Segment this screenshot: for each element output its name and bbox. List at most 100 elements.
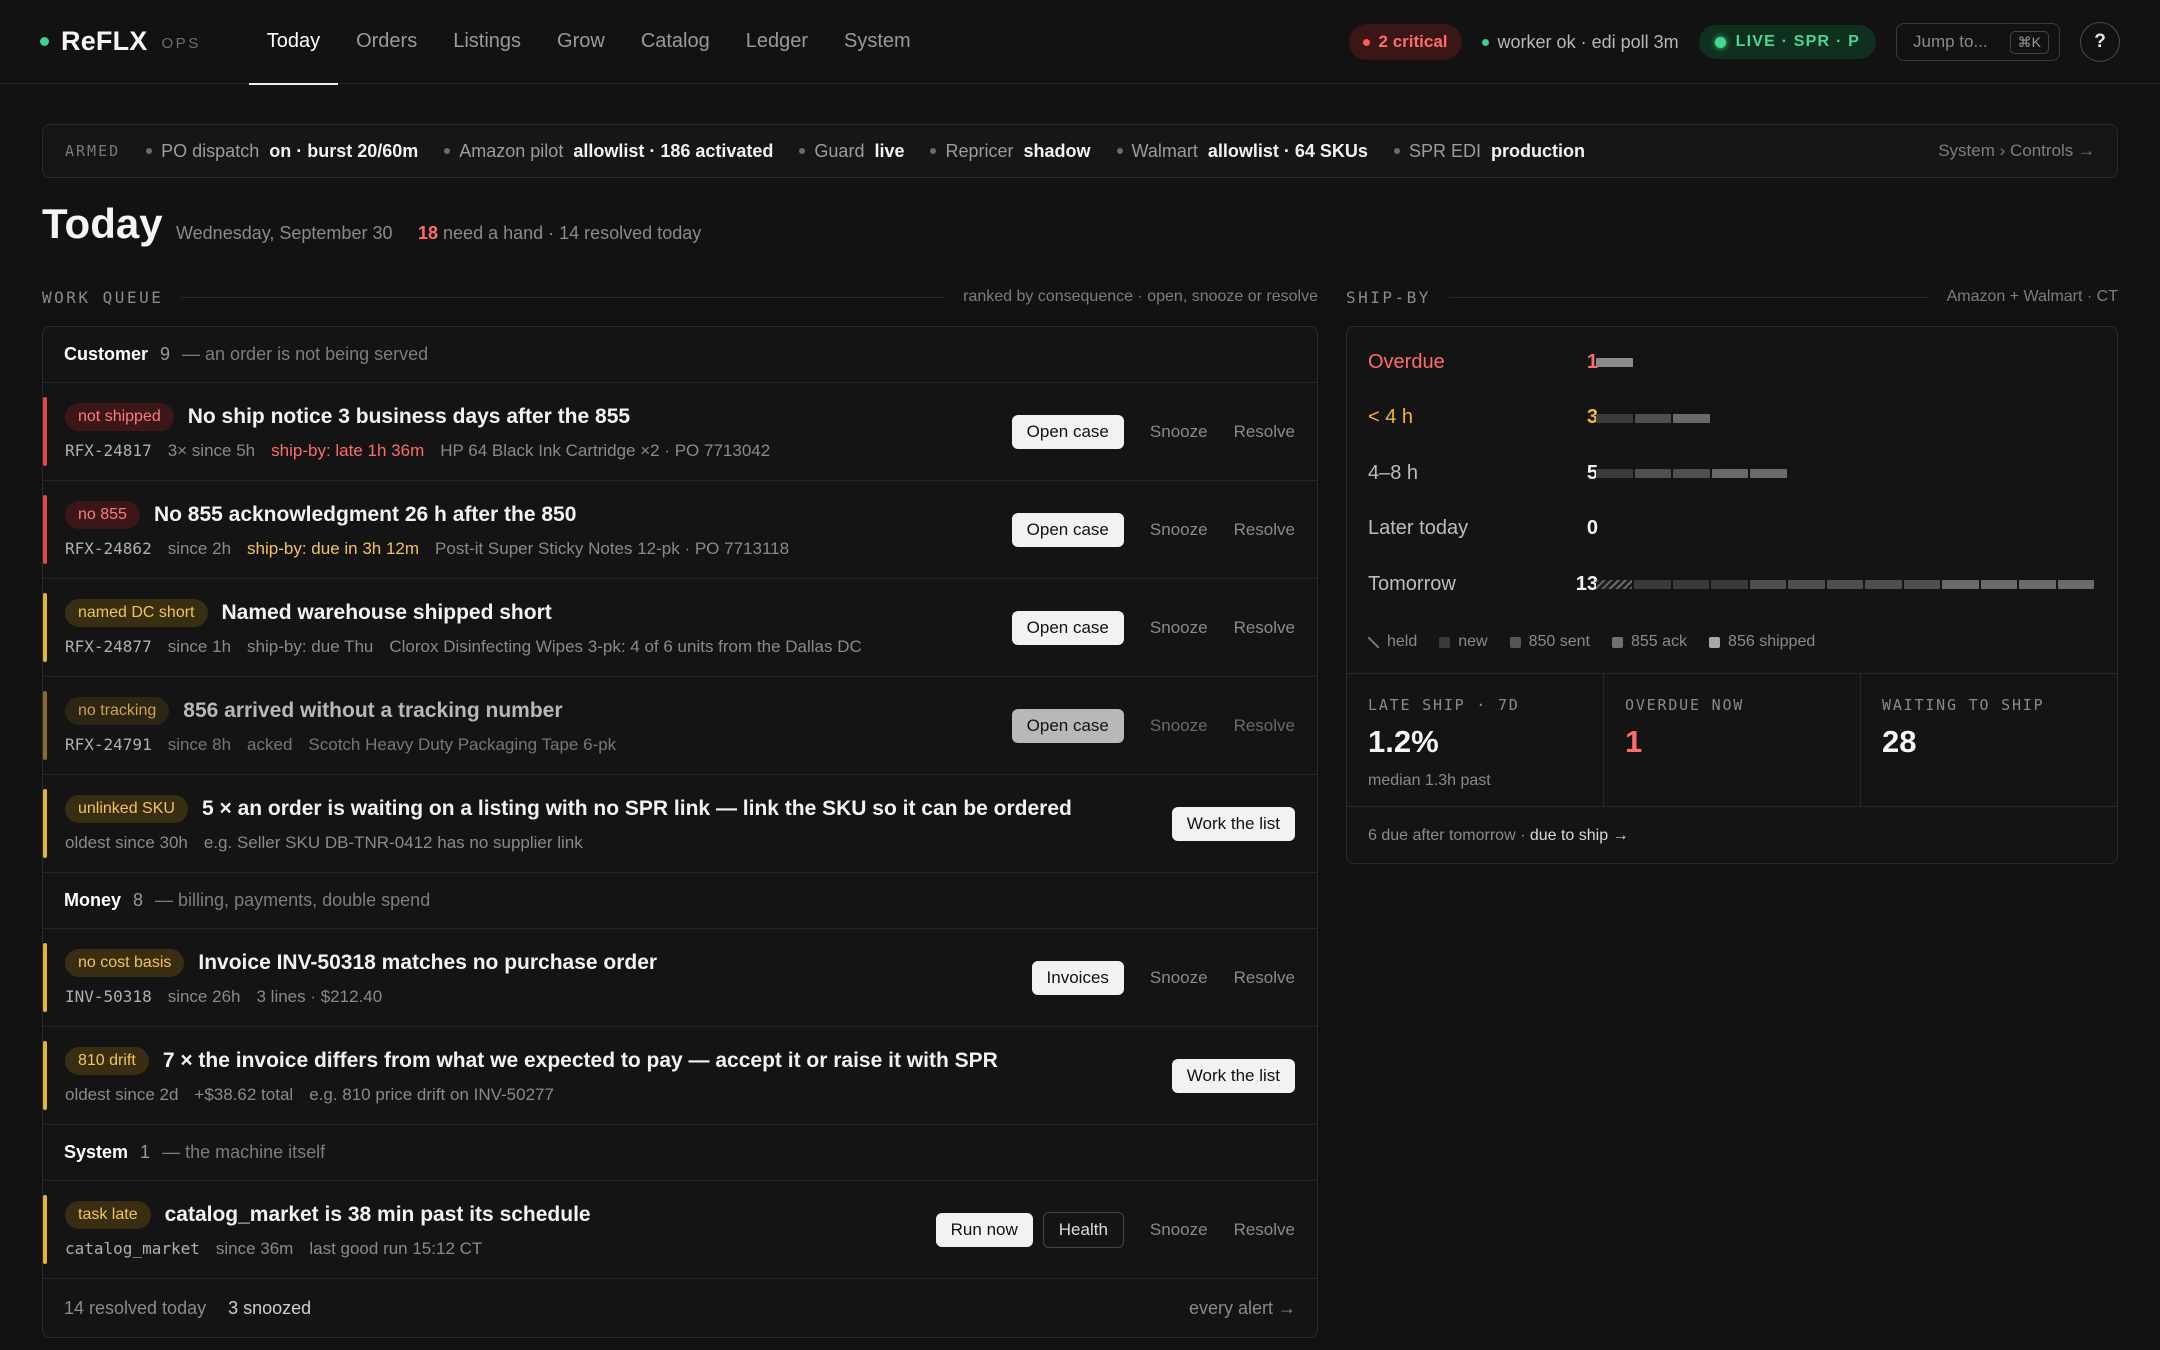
ship-by-segment	[1903, 580, 1941, 589]
row-id[interactable]: RFX-24862	[65, 539, 152, 558]
brand[interactable]: ReFLX OPS	[40, 26, 201, 57]
snooze-button[interactable]: Snooze	[1150, 968, 1208, 988]
row-actions: Work the list	[1171, 806, 1295, 841]
armed-val: production	[1490, 140, 1585, 161]
row-actions: Open case Snooze Resolve	[1011, 708, 1295, 743]
legend-label: 855 ack	[1631, 633, 1688, 650]
every-alert-link[interactable]: every alert →	[1189, 1298, 1296, 1319]
work-the-list-button[interactable]: Work the list	[1171, 806, 1295, 841]
queue-row[interactable]: not shipped No ship notice 3 business da…	[43, 383, 1317, 481]
row-id[interactable]: catalog_market	[65, 1239, 200, 1258]
armed-repricer: Repricer shadow	[930, 141, 1091, 162]
snooze-button[interactable]: Snooze	[1150, 422, 1208, 442]
row-tag: no cost basis	[65, 948, 185, 977]
resolve-button[interactable]: Resolve	[1234, 618, 1295, 638]
queue-row[interactable]: task late catalog_market is 38 min past …	[43, 1181, 1317, 1279]
ship-by-segment	[1865, 580, 1902, 589]
group-count: 8	[133, 890, 144, 910]
ship-by-row-count: 1	[1586, 350, 1598, 373]
due-to-ship-link[interactable]: due to ship →	[1530, 827, 1629, 844]
snooze-button[interactable]: Snooze	[1150, 618, 1208, 638]
resolve-button[interactable]: Resolve	[1234, 520, 1295, 540]
resolve-button[interactable]: Resolve	[1234, 716, 1295, 736]
ship-by-row[interactable]: < 4 h 3	[1368, 403, 2098, 433]
ship-by-segment	[1826, 580, 1864, 589]
nav-orders[interactable]: Orders	[338, 0, 435, 84]
open-case-button[interactable]: Open case	[1011, 414, 1124, 449]
snoozed-count[interactable]: 3 snoozed	[228, 1298, 311, 1319]
queue-row[interactable]: named DC short Named warehouse shipped s…	[43, 579, 1317, 677]
resolve-button[interactable]: Resolve	[1234, 968, 1295, 988]
ship-by-row[interactable]: Overdue 1	[1368, 347, 2098, 377]
open-case-button[interactable]: Open case	[1011, 512, 1124, 547]
stat-waiting-to-ship[interactable]: WAITING TO SHIP 28	[1861, 674, 2117, 806]
row-id[interactable]: INV-50318	[65, 987, 152, 1006]
run-now-button[interactable]: Run now	[935, 1212, 1033, 1247]
group-header-money: Money 8 — billing, payments, double spen…	[43, 873, 1317, 929]
stat-overdue-now[interactable]: OVERDUE NOW 1	[1604, 674, 1861, 806]
row-actions: Work the list	[1171, 1058, 1295, 1093]
legend-new-swatch	[1439, 636, 1451, 648]
nav-system[interactable]: System	[826, 0, 929, 84]
queue-row[interactable]: 810 drift 7 × the invoice differs from w…	[43, 1027, 1317, 1125]
nav-grow[interactable]: Grow	[539, 0, 623, 84]
open-case-button[interactable]: Open case	[1011, 610, 1124, 645]
ship-by-row-label: 4–8 h	[1368, 461, 1419, 484]
ship-by-segment	[1634, 580, 1671, 589]
ship-by-segment	[1750, 469, 1787, 478]
queue-row[interactable]: no 855 No 855 acknowledgment 26 h after …	[43, 481, 1317, 579]
health-button[interactable]: Health	[1042, 1211, 1124, 1248]
queue-row[interactable]: unlinked SKU 5 × an order is waiting on …	[43, 775, 1317, 873]
row-extra: +$38.62 total	[194, 1084, 294, 1104]
snooze-button[interactable]: Snooze	[1150, 1220, 1208, 1240]
severity-bar	[43, 1041, 47, 1110]
page-date: Wednesday, September 30	[176, 223, 393, 243]
snooze-button[interactable]: Snooze	[1150, 520, 1208, 540]
row-content: unlinked SKU 5 × an order is waiting on …	[65, 794, 1172, 853]
row-id[interactable]: RFX-24817	[65, 441, 152, 460]
resolve-button[interactable]: Resolve	[1234, 1220, 1295, 1240]
row-tag: task late	[65, 1200, 151, 1229]
group-desc: — the machine itself	[162, 1142, 326, 1162]
nav-catalog[interactable]: Catalog	[623, 0, 728, 84]
divider	[181, 296, 946, 298]
stat-late-ship[interactable]: LATE SHIP · 7D 1.2% median 1.3h past	[1347, 674, 1604, 806]
row-since: since 2h	[167, 538, 232, 558]
ship-by-footer: 6 due after tomorrow · due to ship →	[1368, 827, 1629, 845]
page-summary: 18 need a hand · 14 resolved today	[418, 223, 701, 244]
open-case-button[interactable]: Open case	[1011, 708, 1124, 743]
jump-placeholder: Jump to...	[1913, 32, 1988, 51]
armed-label: ARMED	[65, 142, 121, 160]
nav-listings[interactable]: Listings	[435, 0, 539, 84]
critical-badge[interactable]: 2 critical	[1348, 24, 1462, 60]
ship-by-segment	[1673, 469, 1710, 478]
help-button[interactable]: ?	[2080, 22, 2120, 62]
need-text: need a hand · 14 resolved today	[438, 223, 702, 243]
invoices-button[interactable]: Invoices	[1031, 960, 1124, 995]
snooze-button[interactable]: Snooze	[1150, 716, 1208, 736]
brand-status-dot	[40, 37, 49, 46]
legend-label: 850 sent	[1528, 633, 1590, 650]
nav-today[interactable]: Today	[248, 0, 339, 85]
row-ship-by: ship-by: due Thu	[247, 636, 374, 656]
legend-856-swatch	[1709, 636, 1721, 648]
ship-by-segment	[2057, 580, 2094, 589]
queue-row[interactable]: no tracking 856 arrived without a tracki…	[43, 677, 1317, 775]
ship-by-row[interactable]: Later today 0	[1368, 514, 2098, 544]
ship-by-row[interactable]: Tomorrow 13	[1368, 569, 2098, 599]
work-queue-header: WORK QUEUE ranked by consequence · open,…	[42, 286, 1318, 308]
work-the-list-button[interactable]: Work the list	[1171, 1058, 1295, 1093]
nav-ledger[interactable]: Ledger	[728, 0, 826, 84]
resolve-button[interactable]: Resolve	[1234, 422, 1295, 442]
row-detail: Clorox Disinfecting Wipes 3-pk: 4 of 6 u…	[389, 636, 862, 656]
resolved-count[interactable]: 14 resolved today	[64, 1298, 206, 1319]
system-controls-link[interactable]: System › Controls →	[1938, 141, 2095, 161]
row-detail: e.g. Seller SKU DB-TNR-0412 has no suppl…	[203, 832, 583, 852]
row-id[interactable]: RFX-24791	[65, 735, 152, 754]
row-id[interactable]: RFX-24877	[65, 637, 152, 656]
group-name: System	[64, 1142, 129, 1162]
ship-by-row[interactable]: 4–8 h 5	[1368, 458, 2098, 488]
legend-855-ack: 855 ack	[1612, 633, 1687, 651]
queue-row[interactable]: no cost basis Invoice INV-50318 matches …	[43, 929, 1317, 1027]
jump-to-search[interactable]: Jump to... ⌘K	[1896, 23, 2060, 61]
